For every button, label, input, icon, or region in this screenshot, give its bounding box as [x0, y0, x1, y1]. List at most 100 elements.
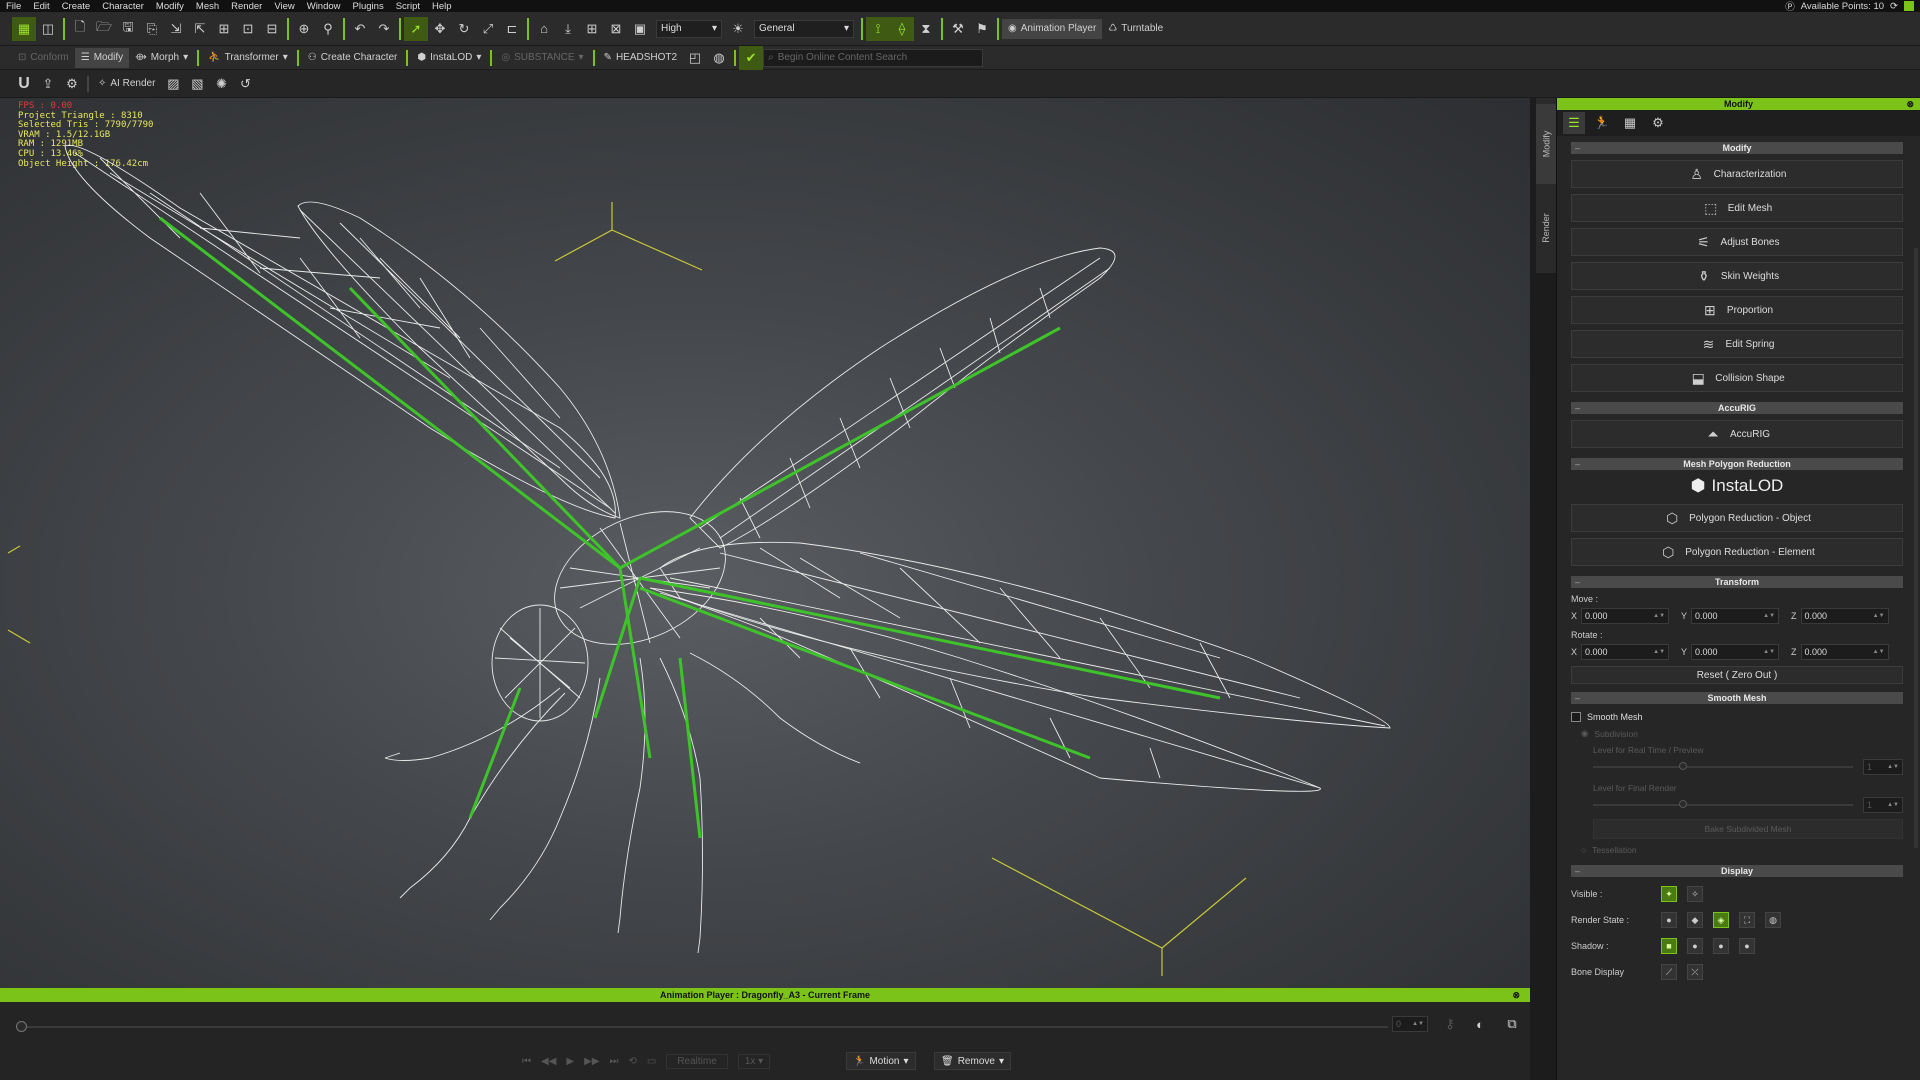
- edit-spring-button[interactable]: ≋ Edit Spring: [1571, 330, 1903, 358]
- render-faceted-icon[interactable]: ◆: [1687, 912, 1703, 928]
- bake-mesh-button[interactable]: Bake Subdivided Mesh: [1593, 819, 1903, 839]
- turntable-button[interactable]: ♺ Turntable: [1102, 19, 1169, 39]
- refresh-icon[interactable]: ⟳: [1890, 1, 1898, 12]
- content-search[interactable]: ⌕ Begin Online Content Search: [763, 48, 984, 67]
- adjust-bones-button[interactable]: ⚟ Adjust Bones: [1571, 228, 1903, 256]
- tessellation-radio[interactable]: ○ Tessellation: [1581, 845, 1920, 855]
- menu-create[interactable]: Create: [56, 1, 97, 12]
- close-icon[interactable]: ⊗: [1906, 99, 1914, 110]
- camera-icon[interactable]: ◐: [1468, 1012, 1492, 1036]
- available-points[interactable]: Available Points: 10: [1801, 1, 1884, 12]
- logo-icon[interactable]: ▦: [12, 16, 36, 41]
- checkbox-icon[interactable]: [1571, 712, 1581, 722]
- move-y-input[interactable]: 0.000 ▲▼: [1691, 608, 1780, 624]
- modify-button[interactable]: ☰ Modify: [74, 47, 130, 68]
- visible-on-icon[interactable]: ✦: [1661, 886, 1677, 902]
- menu-script[interactable]: Script: [390, 1, 426, 12]
- menu-plugins[interactable]: Plugins: [347, 1, 390, 12]
- render-xray-icon[interactable]: ◍: [1765, 912, 1781, 928]
- save-icon[interactable]: 🖫: [116, 17, 140, 41]
- publish-icon[interactable]: ⊟: [260, 17, 284, 41]
- select-icon[interactable]: ➚: [404, 16, 428, 41]
- frame-input[interactable]: 0 ▲▼: [1392, 1016, 1428, 1032]
- key-icon[interactable]: ⚷: [1438, 1012, 1462, 1036]
- render-smooth-icon[interactable]: ●: [1661, 912, 1677, 928]
- tab-modify[interactable]: Modify: [1536, 104, 1556, 184]
- spinner-icon[interactable]: ▲▼: [1887, 764, 1899, 770]
- export-icon[interactable]: ⇱: [188, 17, 212, 41]
- tab-render[interactable]: Render: [1536, 188, 1556, 268]
- edit-mesh-button[interactable]: ⬚ Edit Mesh: [1571, 194, 1903, 222]
- spinner-icon[interactable]: ▲▼: [1412, 1021, 1424, 1027]
- headshot-button[interactable]: ✎ HEADSHOT2: [598, 48, 684, 68]
- quality-select[interactable]: High ▾: [656, 19, 722, 38]
- image-icon[interactable]: ▨: [161, 72, 185, 96]
- menu-file[interactable]: File: [0, 1, 27, 12]
- ai-render-button[interactable]: ✧ AI Render: [92, 74, 161, 94]
- menu-view[interactable]: View: [268, 1, 300, 12]
- slider-thumb[interactable]: [1679, 762, 1687, 770]
- section-transform[interactable]: – Transform: [1571, 576, 1903, 588]
- move-icon[interactable]: ✥: [428, 17, 452, 41]
- fit-selection-icon[interactable]: ⊠: [604, 17, 628, 41]
- last-frame-icon[interactable]: ⏭: [609, 1056, 618, 1067]
- undo-icon[interactable]: ↶: [348, 17, 372, 41]
- settings-tab-icon[interactable]: ⚙: [1647, 112, 1669, 134]
- redo-icon[interactable]: ↷: [372, 17, 396, 41]
- save-as-icon[interactable]: ⎘: [140, 17, 164, 41]
- visible-off-icon[interactable]: ✧: [1687, 886, 1703, 902]
- play-icon[interactable]: ▶: [566, 1056, 574, 1067]
- smooth-mesh-checkbox[interactable]: Smooth Mesh: [1571, 712, 1920, 722]
- 3d-viewport[interactable]: FPS : 0.00 Project Triangle : 8310 Selec…: [0, 98, 1530, 988]
- sliders-tab-icon[interactable]: ☰: [1563, 112, 1585, 134]
- spinner-icon[interactable]: ▲▼: [1873, 613, 1885, 619]
- rotate-z-input[interactable]: 0.000 ▲▼: [1800, 644, 1889, 660]
- section-mesh-reduction[interactable]: – Mesh Polygon Reduction: [1571, 458, 1903, 470]
- polygon-reduction-object-button[interactable]: ⬡ Polygon Reduction - Object: [1571, 504, 1903, 532]
- timeline-thumb[interactable]: [16, 1021, 27, 1032]
- level-realtime-slider[interactable]: [1593, 762, 1853, 770]
- polygon-reduction-element-button[interactable]: ⬡ Polygon Reduction - Element: [1571, 538, 1903, 566]
- morph-button[interactable]: ⟴ Morph ▾: [129, 48, 194, 68]
- sun-icon[interactable]: ☀: [726, 17, 750, 41]
- scale-icon[interactable]: ⤢: [476, 17, 500, 41]
- spinner-icon[interactable]: ▲▼: [1763, 649, 1775, 655]
- import-icon[interactable]: ⇲: [164, 17, 188, 41]
- rotate-icon[interactable]: ↻: [452, 17, 476, 41]
- level-final-input[interactable]: 1 ▲▼: [1863, 797, 1903, 813]
- loop-icon[interactable]: ⟲: [628, 1056, 636, 1067]
- lighting-select[interactable]: General ▾: [754, 19, 854, 38]
- spinner-icon[interactable]: ▲▼: [1653, 649, 1665, 655]
- pack-icon[interactable]: ⊡: [236, 17, 260, 41]
- bone-icon[interactable]: ⟠: [890, 16, 914, 41]
- prev-frame-icon[interactable]: ◀◀: [541, 1056, 556, 1067]
- menu-modify[interactable]: Modify: [150, 1, 190, 12]
- spin-icon[interactable]: ↺: [233, 72, 257, 96]
- menu-help[interactable]: Help: [426, 1, 458, 12]
- person-icon[interactable]: ⚲: [316, 17, 340, 41]
- plugin-icon[interactable]: ✔: [739, 45, 764, 70]
- menu-edit[interactable]: Edit: [27, 1, 55, 12]
- animation-player-button[interactable]: ◉ Animation Player: [1002, 18, 1103, 39]
- first-frame-icon[interactable]: ⏮: [522, 1056, 531, 1067]
- next-frame-icon[interactable]: ▶▶: [584, 1056, 599, 1067]
- collision-shape-button[interactable]: ⬓ Collision Shape: [1571, 364, 1903, 392]
- open-folder-icon[interactable]: 🗁: [92, 17, 116, 41]
- u-icon[interactable]: U: [12, 72, 36, 96]
- menu-window[interactable]: Window: [301, 1, 347, 12]
- upload-icon[interactable]: ⇪: [36, 72, 60, 96]
- menu-mesh[interactable]: Mesh: [190, 1, 225, 12]
- shadow-cast-icon[interactable]: ●: [1687, 938, 1703, 954]
- rotate-y-input[interactable]: 0.000 ▲▼: [1691, 644, 1780, 660]
- subdivision-radio[interactable]: ◉ Subdivision: [1581, 728, 1920, 739]
- bone-hide-icon[interactable]: ⤫: [1687, 964, 1703, 980]
- tools-icon[interactable]: ⚒: [946, 17, 970, 41]
- remove-button[interactable]: 🗑 Remove ▾: [934, 1052, 1011, 1070]
- section-modify[interactable]: – Modify: [1571, 142, 1903, 154]
- characterization-button[interactable]: ♙ Characterization: [1571, 160, 1903, 188]
- instalod-button[interactable]: ⬢ InstaLOD ▾: [411, 48, 487, 68]
- section-accurig[interactable]: – AccuRIG: [1571, 402, 1903, 414]
- reset-button[interactable]: Reset ( Zero Out ): [1571, 666, 1903, 684]
- settings-small-icon[interactable]: ✺: [209, 72, 233, 96]
- proportion-button[interactable]: ⊞ Proportion: [1571, 296, 1903, 324]
